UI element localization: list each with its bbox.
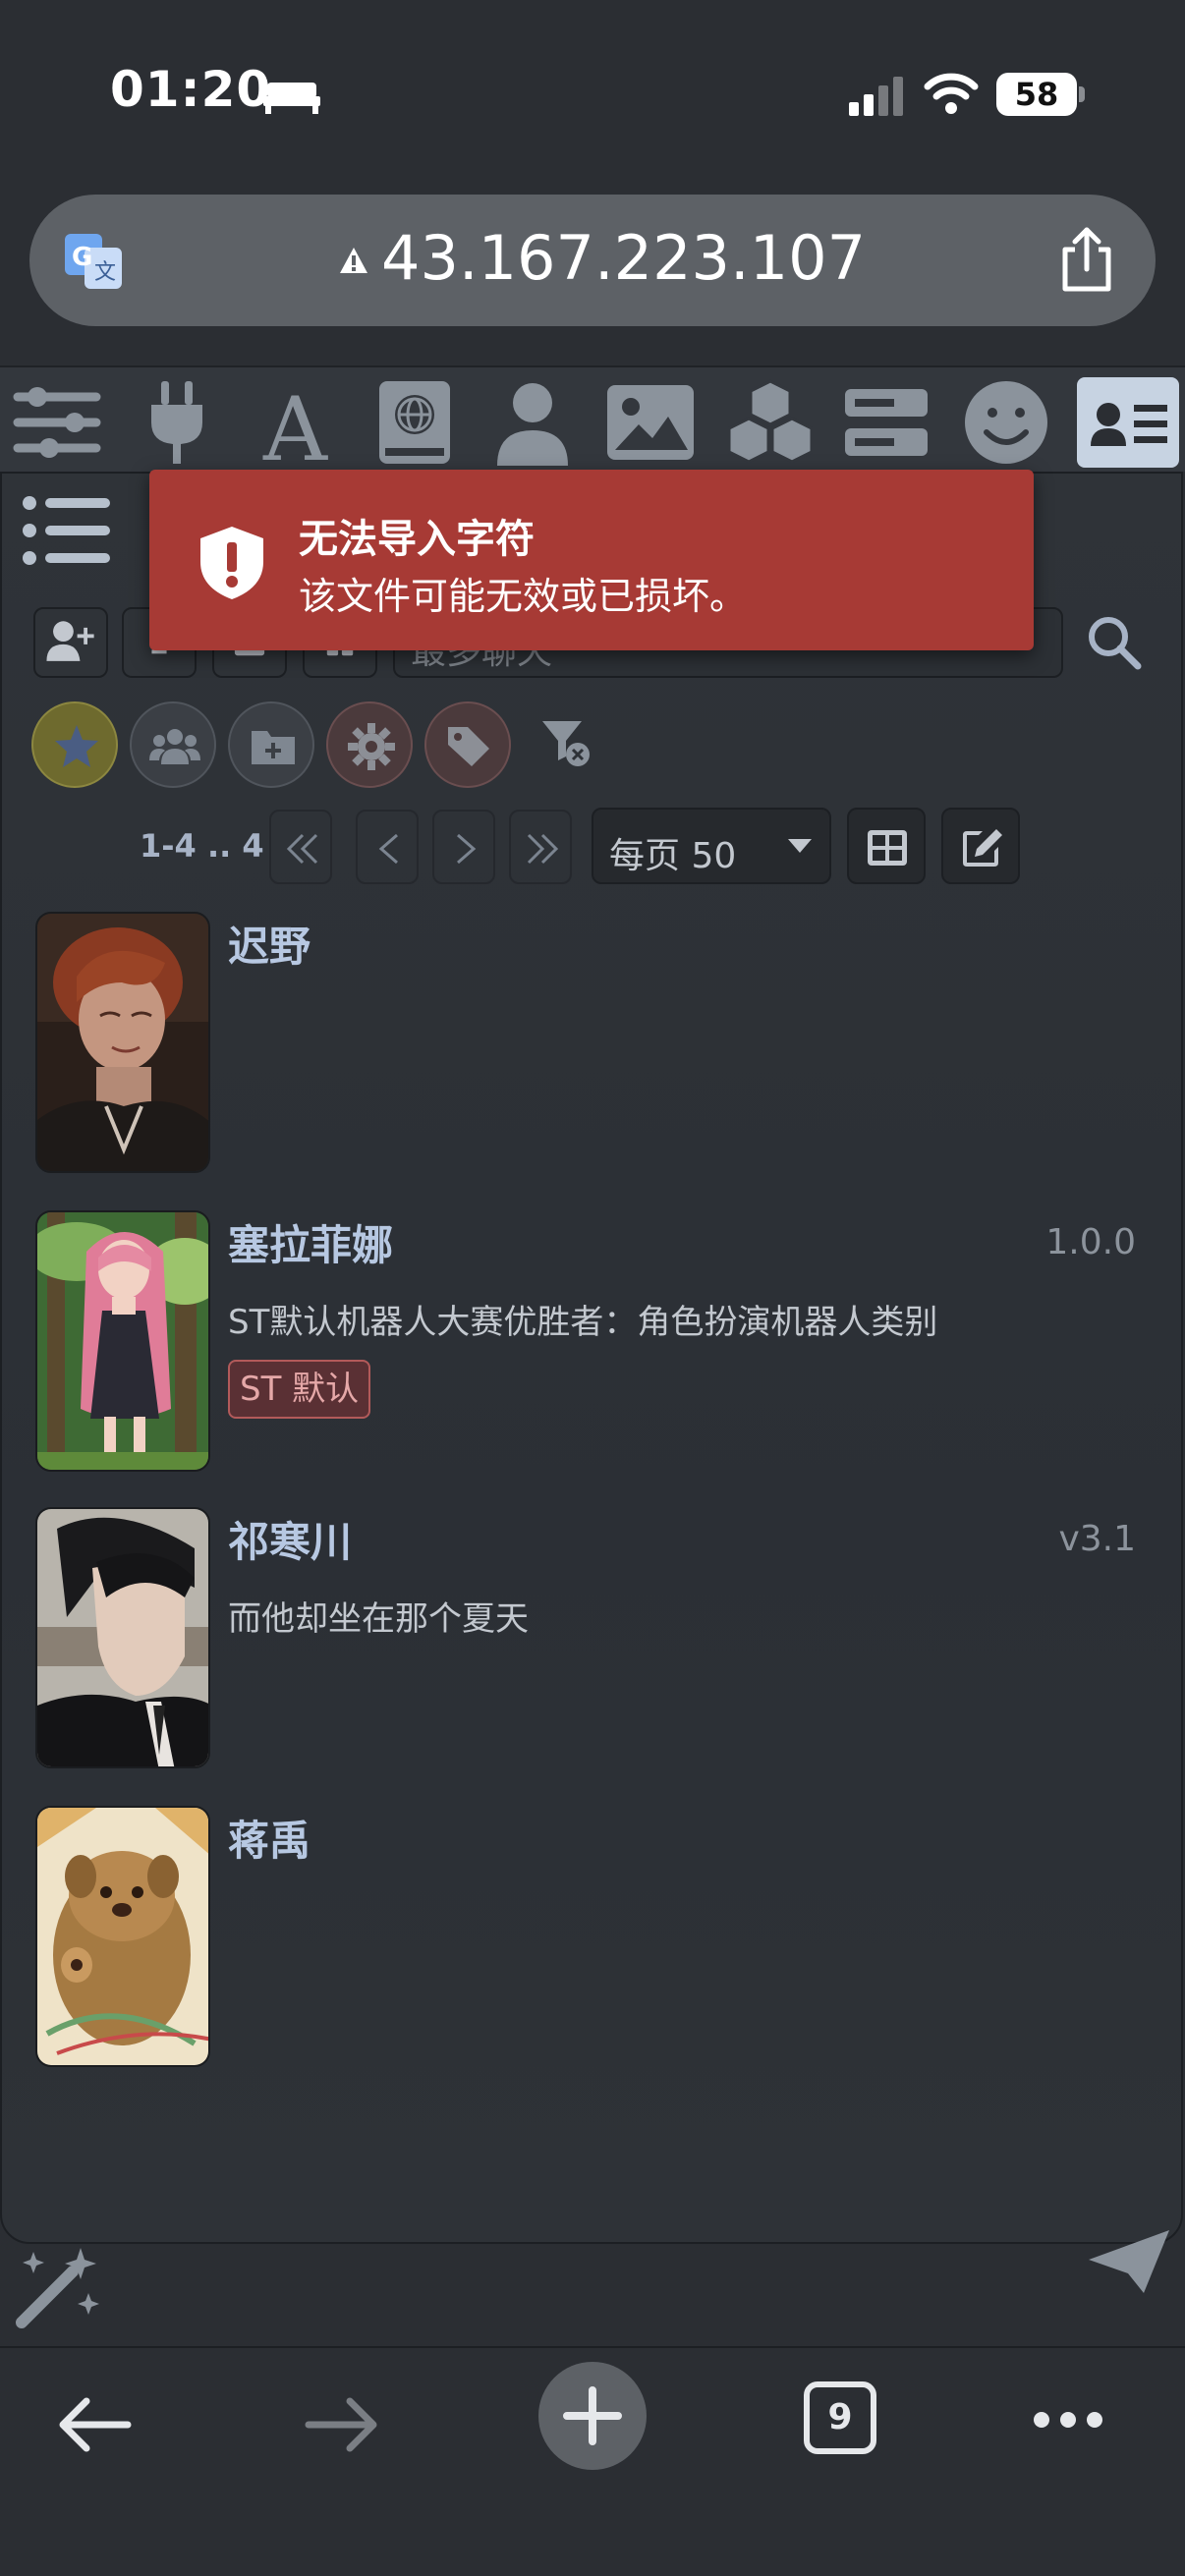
status-time: 01:20 bbox=[110, 61, 272, 118]
character-name: 蒋禹 bbox=[228, 1817, 311, 1865]
plug-icon[interactable] bbox=[132, 377, 222, 468]
add-character-button[interactable] bbox=[33, 607, 108, 678]
double-chevron-right-icon bbox=[527, 833, 559, 865]
browser-toolbar: 9 bbox=[0, 2346, 1185, 2576]
cell-signal-icon bbox=[849, 77, 903, 116]
book-globe-icon[interactable] bbox=[369, 377, 460, 468]
screen: 01:20 58 G 文 43.167.223.107 A 最多聊天 无法导入字… bbox=[0, 0, 1185, 2576]
pagination-range: 1-4 .. 4 bbox=[140, 827, 264, 865]
sleep-bed-icon bbox=[263, 83, 320, 114]
magic-wand-icon[interactable] bbox=[12, 2242, 102, 2330]
character-version: v3.1 bbox=[1058, 1519, 1136, 1559]
character-name: 祁寒川 bbox=[228, 1518, 353, 1566]
avatar bbox=[35, 912, 210, 1173]
caret-down-icon bbox=[788, 839, 812, 853]
tabs-button[interactable]: 9 bbox=[804, 2381, 876, 2454]
url-text: 43.167.223.107 bbox=[381, 222, 867, 294]
top-nav: A bbox=[0, 365, 1185, 481]
back-arrow-icon[interactable] bbox=[57, 2395, 132, 2454]
image-icon[interactable] bbox=[605, 377, 696, 468]
character-item[interactable]: 塞拉菲娜 1.0.0 ST默认机器人大赛优胜者：角色扮演机器人类别 ST 默认 bbox=[35, 1210, 1136, 1476]
chevron-left-icon bbox=[378, 833, 398, 865]
cubes-icon[interactable] bbox=[725, 377, 816, 468]
users-icon bbox=[149, 729, 200, 764]
error-toast[interactable]: 无法导入字符 该文件可能无效或已损坏。 bbox=[149, 470, 1034, 650]
id-card-icon[interactable] bbox=[1077, 377, 1179, 468]
new-tab-button[interactable] bbox=[538, 2362, 647, 2470]
list-menu-icon[interactable] bbox=[20, 491, 114, 570]
shield-alert-icon bbox=[200, 527, 263, 599]
toast-message: 该文件可能无效或已损坏。 bbox=[299, 575, 748, 618]
svg-text:G: G bbox=[72, 243, 92, 272]
last-page-button[interactable] bbox=[509, 810, 572, 884]
grid-view-button[interactable] bbox=[847, 808, 926, 884]
not-secure-warning-icon bbox=[340, 248, 367, 273]
share-icon[interactable] bbox=[1055, 226, 1118, 295]
grid-icon bbox=[868, 830, 907, 866]
battery-tip bbox=[1079, 86, 1085, 102]
user-icon[interactable] bbox=[487, 377, 578, 468]
character-item[interactable]: 祁寒川 v3.1 而他却坐在那个夏天 bbox=[35, 1507, 1136, 1772]
forward-arrow-icon[interactable] bbox=[305, 2395, 379, 2454]
first-page-button[interactable] bbox=[269, 810, 332, 884]
character-name: 迟野 bbox=[228, 923, 311, 971]
prev-page-button[interactable] bbox=[356, 810, 419, 884]
bulk-edit-toggle-button[interactable] bbox=[941, 808, 1020, 884]
plus-icon bbox=[563, 2386, 622, 2445]
character-tag[interactable]: ST 默认 bbox=[228, 1360, 371, 1419]
character-item[interactable]: 蒋禹 bbox=[35, 1806, 1136, 2071]
filter-favorites[interactable] bbox=[31, 701, 118, 788]
star-icon bbox=[55, 725, 98, 767]
font-icon[interactable]: A bbox=[252, 377, 342, 481]
character-name: 塞拉菲娜 bbox=[228, 1221, 394, 1269]
sliders-icon[interactable] bbox=[12, 377, 102, 468]
smiley-icon[interactable] bbox=[961, 377, 1051, 468]
per-page-value: 每页 50 bbox=[609, 836, 737, 876]
filter-clear-icon[interactable] bbox=[538, 715, 593, 770]
avatar bbox=[35, 1806, 210, 2067]
translate-icon[interactable]: G 文 bbox=[63, 230, 126, 293]
battery-indicator: 58 bbox=[996, 73, 1077, 116]
tags-icon bbox=[448, 727, 489, 766]
next-page-button[interactable] bbox=[432, 810, 495, 884]
search-icon[interactable] bbox=[1085, 613, 1142, 670]
send-icon[interactable] bbox=[1085, 2230, 1173, 2293]
per-page-select[interactable]: 每页 50 bbox=[592, 808, 831, 884]
edit-icon bbox=[963, 829, 1002, 867]
double-chevron-left-icon bbox=[286, 833, 318, 865]
server-icon[interactable] bbox=[841, 377, 931, 468]
character-description: 而他却坐在那个夏天 bbox=[228, 1599, 529, 1639]
filter-settings[interactable] bbox=[326, 701, 413, 788]
avatar bbox=[35, 1210, 210, 1472]
filter-groups[interactable] bbox=[130, 701, 216, 788]
character-description: ST默认机器人大赛优胜者：角色扮演机器人类别 bbox=[228, 1303, 938, 1342]
svg-text:A: A bbox=[262, 378, 328, 468]
filter-folders[interactable] bbox=[228, 701, 314, 788]
chevron-right-icon bbox=[457, 833, 477, 865]
character-item[interactable]: 迟野 bbox=[35, 912, 1136, 1177]
avatar bbox=[35, 1507, 210, 1768]
filter-tags[interactable] bbox=[424, 701, 511, 788]
folder-plus-icon bbox=[252, 731, 295, 764]
character-version: 1.0.0 bbox=[1045, 1222, 1136, 1262]
svg-text:文: 文 bbox=[94, 260, 116, 285]
toast-title: 无法导入字符 bbox=[299, 517, 535, 562]
wifi-icon bbox=[924, 73, 979, 114]
gear-icon bbox=[348, 723, 395, 770]
more-options-icon[interactable] bbox=[1032, 2409, 1104, 2431]
